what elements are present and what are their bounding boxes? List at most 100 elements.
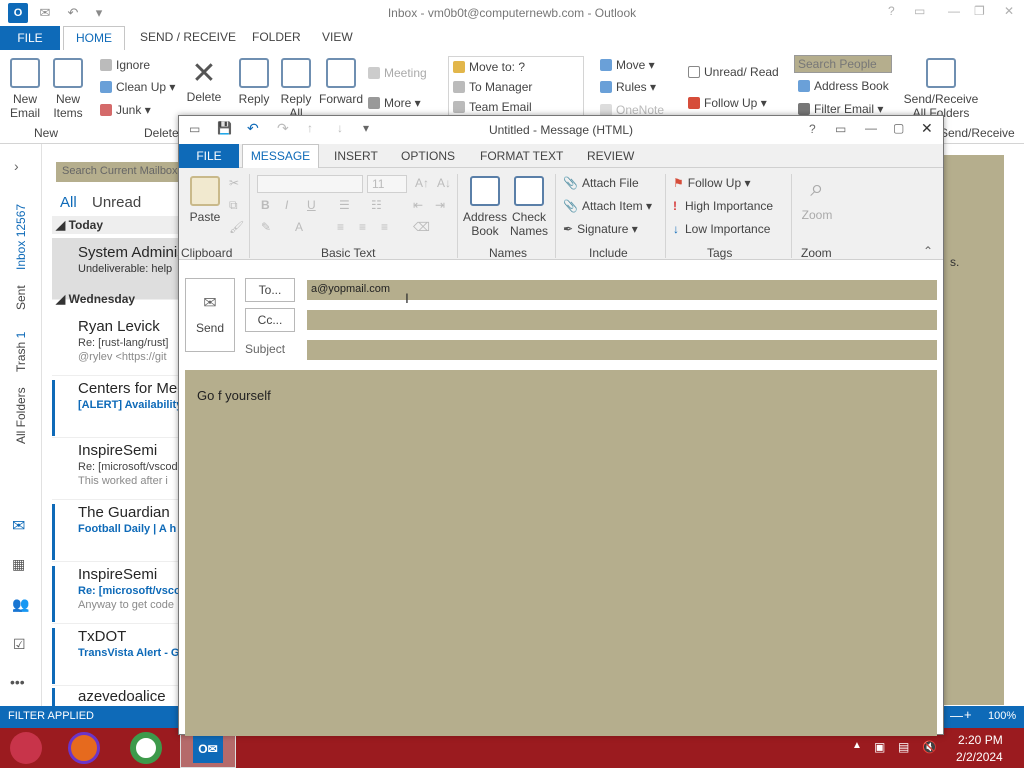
clock-date[interactable]: 2/2/2024 [956,750,1003,764]
check-names-button[interactable]: Check Names [509,176,549,238]
network-icon[interactable]: ▤ [898,740,909,754]
to-field[interactable]: a@yopmail.com [307,280,937,300]
zoom-in-icon[interactable]: + [964,707,972,722]
collapse-ribbon-icon[interactable]: ⌃ [923,244,933,258]
more-nav-icon[interactable]: ••• [10,674,25,690]
junk-button[interactable]: Junk ▾ [100,103,151,117]
tab-review[interactable]: REVIEW [587,149,634,163]
mail-item-inspiresemi-1[interactable]: InspireSemi Re: [microsoft/vscode] This … [52,438,182,500]
help-icon[interactable]: ? [888,4,895,18]
close-icon[interactable]: ✕ [921,120,933,137]
nav-all-folders[interactable]: All Folders [14,387,28,444]
attach-item-button[interactable]: 📎 Attach Item ▾ [563,199,652,213]
quick-step-to-manager[interactable]: To Manager [453,80,532,94]
help-icon[interactable]: ? [809,122,816,136]
send-receive-all-button[interactable]: Send/Receive All Folders [902,58,980,120]
format-painter-icon[interactable]: 🖌 [229,220,244,234]
underline-icon[interactable]: U [307,198,316,212]
tab-file[interactable]: FILE [179,144,239,168]
clock-time[interactable]: 2:20 PM [958,733,1003,747]
close-icon[interactable]: ✕ [1004,4,1014,18]
mail-item-txdot[interactable]: TxDOT TransVista Alert - G [52,624,182,686]
group-wednesday-header[interactable]: ◢ Wednesday [52,290,182,308]
more-respond-button[interactable]: More ▾ [368,96,421,110]
zoom-out-icon[interactable]: — [950,708,963,723]
nav-inbox[interactable]: Inbox 12567 [14,204,28,270]
mail-item-ryan-levick[interactable]: Ryan Levick Re: [rust-lang/rust] @rylev … [52,314,182,376]
chrome-icon[interactable] [130,732,162,764]
tasks-nav-icon[interactable]: ☑ [13,636,26,653]
grow-font-icon[interactable]: A↑ [415,176,429,190]
delete-button[interactable]: ✕ Delete [184,58,224,105]
bullets-icon[interactable]: ☰ [339,198,350,212]
align-right-icon[interactable]: ≡ [381,220,388,234]
font-name-select[interactable] [257,175,363,193]
minimize-icon[interactable]: — [865,121,877,135]
address-book-button[interactable]: Address Book [798,79,889,93]
quick-step-team-email[interactable]: Team Email [453,100,532,114]
tab-folder[interactable]: FOLDER [252,30,301,44]
message-body[interactable]: Go f yourself [185,370,937,736]
address-book-button[interactable]: Address Book [463,176,507,238]
maximize-icon[interactable]: ▢ [893,121,904,135]
tab-home[interactable]: HOME [63,26,125,50]
signature-button[interactable]: ✒ Signature ▾ [563,222,638,236]
volume-muted-icon[interactable]: 🔇 [922,740,937,754]
new-email-button[interactable]: New Email [6,58,44,120]
rules-button[interactable]: Rules ▾ [600,80,656,94]
start-button-icon[interactable] [10,732,42,764]
expand-pane-icon[interactable]: › [14,158,19,174]
quick-steps-gallery[interactable]: Move to: ? To Manager Team Email [448,56,584,116]
paste-button[interactable]: Paste [185,176,225,224]
filter-email-button[interactable]: Filter Email ▾ [798,102,883,116]
meeting-button[interactable]: Meeting [368,66,427,80]
italic-icon[interactable]: I [285,198,288,212]
new-items-button[interactable]: New Items [48,58,88,120]
nav-sent[interactable]: Sent [14,285,28,310]
calendar-nav-icon[interactable]: ▦ [12,556,25,573]
clean-up-button[interactable]: Clean Up ▾ [100,80,175,94]
attach-file-button[interactable]: 📎 Attach File [563,176,639,190]
clear-formatting-icon[interactable]: ⌫ [413,220,430,234]
mail-item-centers-medicare[interactable]: Centers for Medicare [ALERT] Availabilit… [52,376,182,438]
ribbon-display-icon[interactable]: ▭ [835,122,846,136]
ribbon-display-icon[interactable]: ▭ [914,4,925,18]
reply-all-button[interactable]: Reply All [278,58,314,120]
cut-icon[interactable]: ✂ [229,176,239,190]
follow-up-button[interactable]: Follow Up ▾ [688,96,767,110]
send-button[interactable]: ✉ Send [185,278,235,352]
tray-expand-icon[interactable]: ▲ [852,740,862,751]
numbering-icon[interactable]: ☷ [371,198,382,212]
filter-all-tab[interactable]: All [60,194,77,211]
zoom-level[interactable]: 100% [988,710,1016,722]
tab-message[interactable]: MESSAGE [242,144,319,169]
high-importance-button[interactable]: ! High Importance [673,199,773,213]
align-left-icon[interactable]: ≡ [337,220,344,234]
action-center-icon[interactable]: ▣ [874,740,885,754]
tab-insert[interactable]: INSERT [334,149,378,163]
ignore-button[interactable]: Ignore [100,58,150,72]
font-color-icon[interactable]: A [295,220,303,234]
font-size-select[interactable]: 11 [367,175,407,193]
people-nav-icon[interactable]: 👥 [12,596,29,613]
decrease-indent-icon[interactable]: ⇤ [413,198,423,212]
unread-read-button[interactable]: Unread/ Read [688,65,779,79]
tab-format-text[interactable]: FORMAT TEXT [480,149,563,163]
align-center-icon[interactable]: ≡ [359,220,366,234]
tab-file[interactable]: FILE [0,26,60,50]
search-mailbox-input[interactable]: Search Current Mailbox [56,162,182,182]
follow-up-button[interactable]: ⚑ Follow Up ▾ [673,176,750,190]
forward-button[interactable]: Forward [318,58,364,106]
subject-field[interactable] [307,340,937,360]
cc-button[interactable]: Cc... [245,308,295,332]
mail-item-guardian[interactable]: The Guardian Football Daily | A h [52,500,182,562]
tab-view[interactable]: VIEW [322,30,353,44]
copy-icon[interactable]: ⧉ [229,198,238,213]
shrink-font-icon[interactable]: A↓ [437,176,451,190]
increase-indent-icon[interactable]: ⇥ [435,198,445,212]
mail-nav-icon[interactable]: ✉ [12,516,25,536]
mail-item-inspiresemi-2[interactable]: InspireSemi Re: [microsoft/vscode] Anywa… [52,562,182,624]
reply-button[interactable]: Reply [236,58,272,106]
to-button[interactable]: To... [245,278,295,302]
zoom-button[interactable]: ⌕ Zoom [797,174,837,222]
